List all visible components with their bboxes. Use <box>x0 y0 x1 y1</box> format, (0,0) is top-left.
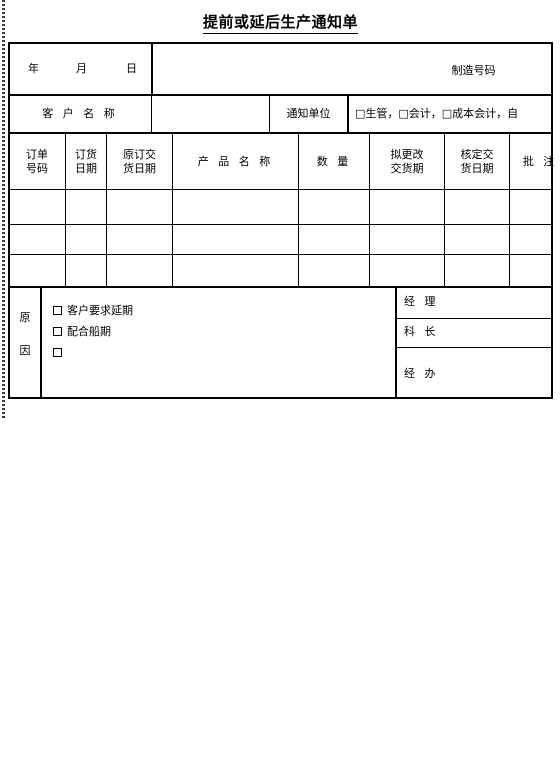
notify-unit-right-divider <box>347 95 349 133</box>
table-header-order-no: 订单 号码 <box>9 134 65 189</box>
notify-unit-label: 通知单位 <box>286 107 331 120</box>
table-row[interactable] <box>510 255 551 286</box>
outer-border-bottom <box>8 397 553 399</box>
table-row[interactable] <box>66 190 106 224</box>
customer-name-value[interactable] <box>152 96 269 132</box>
reason-option-1-label: 客户要求延期 <box>67 304 133 317</box>
outer-border-top <box>8 42 553 44</box>
table-header-approved-delivery-date-line2: 货日期 <box>460 161 494 175</box>
table-header-proposed-delivery-date-line1: 拟更改 <box>390 147 424 161</box>
signature-label-handler: 经 办 <box>404 367 439 380</box>
title-container: 提前或延后生产通知单 <box>8 12 553 34</box>
reason-label-divider <box>40 287 42 398</box>
signature-value-manager[interactable] <box>448 290 548 316</box>
checkbox-icon[interactable] <box>53 327 62 336</box>
checkbox-icon[interactable] <box>53 306 62 315</box>
table-header-approved-delivery-date: 核定交 货日期 <box>445 134 509 189</box>
table-row[interactable] <box>510 190 551 224</box>
table-row[interactable] <box>107 190 172 224</box>
table-header-original-delivery-date-line1: 原订交 <box>123 147 156 161</box>
production-change-notice-form: 提前或延后生产通知单 年 月 日 制造号码 客 户 名 称 通知单位 □生管，□ <box>8 0 560 400</box>
signature-value-section-chief[interactable] <box>448 320 548 345</box>
page-title: 提前或延后生产通知单 <box>202 13 358 34</box>
table-header-order-date-line2: 日期 <box>75 161 97 175</box>
table-row[interactable] <box>173 190 298 224</box>
table-bottom-line <box>8 286 553 288</box>
table-row[interactable] <box>9 255 65 286</box>
page-margin-marker <box>2 0 5 420</box>
table-row[interactable] <box>173 225 298 254</box>
table-row[interactable] <box>9 225 65 254</box>
table-row[interactable] <box>370 190 444 224</box>
signature-line-1 <box>396 318 551 319</box>
table-row[interactable] <box>107 255 172 286</box>
reason-option-3[interactable] <box>53 347 67 359</box>
table-row[interactable] <box>445 225 509 254</box>
table-header-order-no-line1: 订单 <box>26 147 48 161</box>
table-row[interactable] <box>66 225 106 254</box>
table-row[interactable] <box>107 225 172 254</box>
signature-label-manager: 经 理 <box>404 295 439 308</box>
signature-label-section-chief: 科 长 <box>404 325 439 338</box>
table-row[interactable] <box>370 225 444 254</box>
table-row[interactable] <box>9 190 65 224</box>
table-row[interactable] <box>299 225 369 254</box>
signature-line-2 <box>396 347 551 348</box>
table-header-approved-delivery-date-line1: 核定交 <box>460 147 494 161</box>
reason-option-2-label: 配合船期 <box>67 325 111 338</box>
table-header-order-date: 订货 日期 <box>66 134 106 189</box>
manufacture-number-label: 制造号码 <box>451 64 496 77</box>
table-header-remark: 批 注 <box>522 154 558 168</box>
table-header-quantity: 数 量 <box>316 154 352 168</box>
table-header-product-name: 产 品 名 称 <box>197 154 274 168</box>
date-day-label: 日 <box>126 62 137 75</box>
signature-value-handler[interactable] <box>448 350 548 395</box>
table-header-original-delivery-date: 原订交 货日期 <box>107 134 172 189</box>
table-row[interactable] <box>445 255 509 286</box>
table-header-proposed-delivery-date: 拟更改 交货期 <box>370 134 444 189</box>
table-header-order-no-line2: 号码 <box>26 161 48 175</box>
table-row[interactable] <box>445 190 509 224</box>
signature-block-left-divider <box>395 287 397 398</box>
table-header-order-date-line1: 订货 <box>75 147 97 161</box>
reason-label-char-1: 原 <box>19 311 31 324</box>
table-row[interactable] <box>66 255 106 286</box>
table-header-proposed-delivery-date-line2: 交货期 <box>390 161 424 175</box>
customer-name-label: 客 户 名 称 <box>42 107 118 120</box>
date-month-label: 月 <box>76 62 87 75</box>
table-header-original-delivery-date-line2: 货日期 <box>123 161 156 175</box>
table-row[interactable] <box>370 255 444 286</box>
reason-option-2[interactable]: 配合船期 <box>53 326 111 338</box>
reason-option-1[interactable]: 客户要求延期 <box>53 305 133 317</box>
reason-label-char-2: 因 <box>19 344 31 357</box>
date-year-label: 年 <box>28 62 39 75</box>
table-row[interactable] <box>299 255 369 286</box>
notify-unit-options[interactable]: □生管，□会计，□成本会计，自 <box>355 107 551 120</box>
checkbox-icon[interactable] <box>53 348 62 357</box>
table-row[interactable] <box>510 225 551 254</box>
date-box-right-line <box>151 42 153 95</box>
table-row[interactable] <box>299 190 369 224</box>
table-row[interactable] <box>173 255 298 286</box>
